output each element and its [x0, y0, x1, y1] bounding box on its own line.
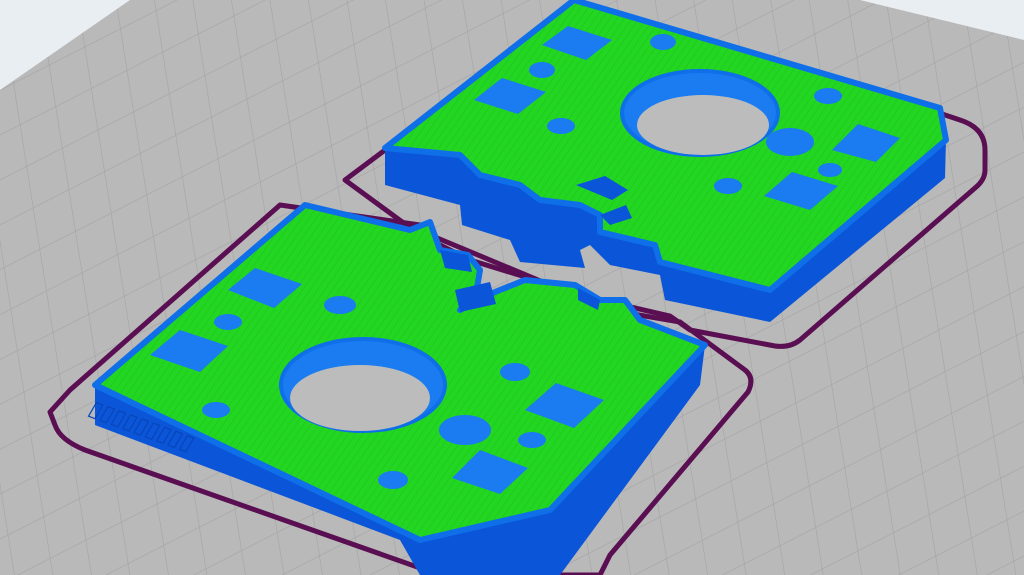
upper-hole-3 — [547, 118, 575, 134]
upper-hole-2 — [529, 62, 555, 78]
build-plate-scene[interactable]: ▯▯▯▯▯▯▯▯▯ — [0, 0, 1024, 575]
lower-hole-3 — [202, 402, 230, 418]
lower-hole-5 — [439, 415, 491, 445]
lower-hole-7 — [378, 471, 408, 489]
upper-hole-7 — [766, 128, 814, 156]
slicer-viewport[interactable]: ▯▯▯▯▯▯▯▯▯ — [0, 0, 1024, 575]
lower-hole-2 — [214, 314, 242, 330]
upper-hole-1 — [650, 34, 676, 50]
lower-large-hole-floor — [290, 365, 430, 431]
lower-hole-4 — [500, 363, 530, 381]
upper-hole-5 — [714, 178, 742, 194]
upper-hole-6 — [818, 163, 842, 177]
lower-hole-6 — [518, 432, 546, 448]
upper-large-hole-floor — [637, 95, 769, 155]
lower-hole-1 — [324, 296, 356, 314]
upper-hole-4 — [814, 88, 842, 104]
